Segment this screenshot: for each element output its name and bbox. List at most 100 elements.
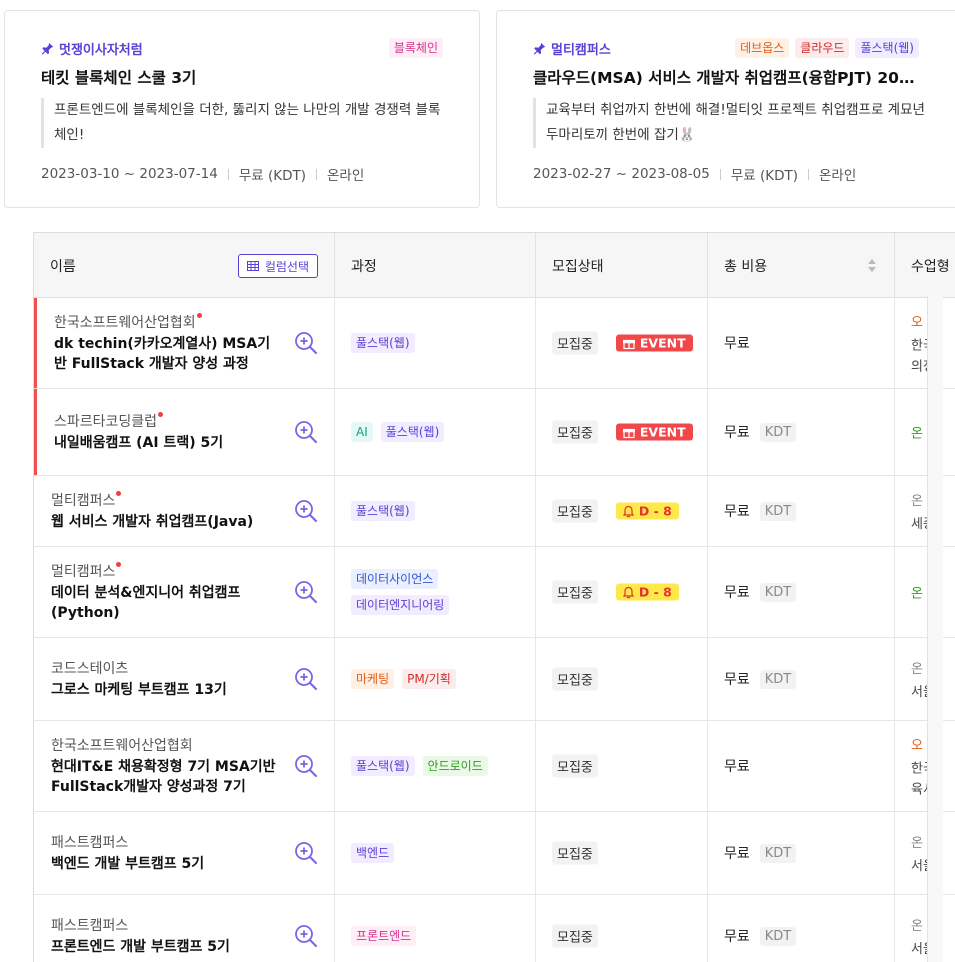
row-title[interactable]: 백엔드 개발 부트캠프 5기	[51, 854, 278, 874]
status-badge: 모집중	[552, 331, 598, 355]
row-org: 한국소프트웨어산업협회	[51, 738, 193, 754]
table-row[interactable]: 한국소프트웨어산업협회 현대IT&E 채용확정형 7기 MSA기반 FullSt…	[34, 721, 955, 812]
pin-icon	[533, 42, 546, 55]
row-org: 스파르타코딩클럽	[54, 411, 164, 431]
course-card-2[interactable]: 멀티캠퍼스 데브옵스 클라우드 풀스택(웹) 클라우드(MSA) 서비스 개발자…	[496, 10, 955, 208]
row-cost: 무료	[724, 846, 750, 862]
header-status-label: 모집상태	[552, 258, 604, 275]
card-org: 멋쟁이사자처럼	[41, 39, 143, 58]
tag-android: 안드로이드	[422, 756, 488, 776]
status-badge: 모집중	[552, 924, 598, 948]
table-scrollbar[interactable]	[927, 296, 943, 962]
row-cost: 무료	[724, 672, 750, 688]
table-header: 이름 컬럼선택 과정 모집상태 총 비용 수업형	[34, 233, 955, 298]
tag-data-science: 데이터사이언스	[351, 569, 439, 589]
row-org: 멀티캠퍼스	[51, 490, 122, 510]
header-mode-label: 수업형	[911, 258, 950, 275]
header-mode: 수업형	[895, 233, 955, 298]
bell-icon	[622, 505, 634, 517]
row-cost: 무료	[724, 759, 750, 775]
status-badge: 모집중	[552, 754, 598, 778]
status-badge: 모집중	[552, 667, 598, 691]
card-title[interactable]: 테킷 블록체인 스쿨 3기	[41, 66, 443, 88]
gift-icon	[622, 428, 635, 438]
tag-devops: 데브옵스	[735, 38, 790, 58]
zoom-in-icon[interactable]	[294, 331, 318, 355]
tag-pm-planning: PM/기획	[402, 669, 456, 689]
zoom-in-icon[interactable]	[294, 667, 318, 691]
tag-cloud: 클라우드	[795, 38, 850, 58]
column-select-label: 컬럼선택	[264, 259, 309, 274]
row-title[interactable]: 현대IT&E 채용확정형 7기 MSA기반 FullStack개발자 양성과정 …	[51, 757, 278, 797]
divider	[315, 168, 317, 180]
divider	[807, 168, 809, 180]
card-mode: 온라인	[326, 168, 365, 184]
header-course: 과정	[335, 233, 536, 298]
kdt-badge: KDT	[759, 926, 797, 946]
tag-frontend: 프론트엔드	[351, 926, 417, 946]
event-badge: EVENT	[615, 334, 693, 352]
card-title[interactable]: 클라우드(MSA) 서비스 개발자 취업캠프(융합PJT) 2023 ...	[533, 66, 925, 88]
status-badge: 모집중	[552, 580, 598, 604]
row-title[interactable]: 데이터 분석&엔지니어 취업캠프 (Python)	[51, 583, 278, 623]
row-title[interactable]: 웹 서비스 개발자 취업캠프(Java)	[51, 512, 278, 532]
card-cost: 무료 (KDT)	[730, 168, 798, 184]
row-org: 패스트캠퍼스	[51, 835, 129, 851]
status-badge: 모집중	[552, 420, 598, 444]
table-row[interactable]: 한국소프트웨어산업협회 dk techin(카카오계열사) MSA기반 Full…	[34, 298, 955, 389]
tag-fullstack: 풀스택(웹)	[855, 38, 919, 58]
divider	[719, 168, 721, 180]
zoom-in-icon[interactable]	[294, 841, 318, 865]
kdt-badge: KDT	[759, 422, 797, 442]
card-org: 멀티캠퍼스	[533, 39, 611, 58]
kdt-badge: KDT	[759, 501, 797, 521]
card-description: 프론트엔드에 블록체인을 더한, 뚫리지 않는 나만의 개발 경쟁력 블록체인!	[41, 98, 443, 148]
row-title[interactable]: 프론트엔드 개발 부트캠프 5기	[51, 937, 278, 957]
tag-marketing: 마케팅	[351, 669, 395, 689]
kdt-badge: KDT	[759, 843, 797, 863]
card-mode: 온라인	[818, 168, 857, 184]
status-badge: 모집중	[552, 499, 598, 523]
row-org: 코드스테이츠	[51, 661, 129, 677]
zoom-in-icon[interactable]	[294, 754, 318, 778]
table-icon	[246, 261, 259, 271]
zoom-in-icon[interactable]	[294, 580, 318, 604]
tag-fullstack: 풀스택(웹)	[351, 333, 415, 353]
table-row[interactable]: 패스트캠퍼스 백엔드 개발 부트캠프 5기 백엔드 모집중 무료 KDT 온 서울	[34, 812, 955, 895]
card-period: 2023-02-27 ~ 2023-08-05	[533, 166, 710, 182]
row-title[interactable]: 내일배움캠프 (AI 트랙) 5기	[54, 433, 278, 453]
event-badge: EVENT	[615, 423, 693, 441]
status-badge: 모집중	[552, 841, 598, 865]
header-course-label: 과정	[351, 258, 377, 275]
card-description: 교육부터 취업까지 한번에 해결!멀티잇 프로젝트 취업캠프로 계묘년 두마리토…	[533, 98, 933, 148]
column-select-button[interactable]: 컬럼선택	[237, 254, 318, 278]
header-cost-label: 총 비용	[724, 258, 768, 275]
course-table: 이름 컬럼선택 과정 모집상태 총 비용 수업형 한국소프트웨어산업협회 dk …	[33, 232, 955, 962]
header-cost[interactable]: 총 비용	[708, 233, 895, 298]
row-title[interactable]: dk techin(카카오계열사) MSA기반 FullStack 개발자 양성…	[54, 334, 278, 374]
table-row[interactable]: 코드스테이츠 그로스 마케팅 부트캠프 13기 마케팅 PM/기획 모집중 무료…	[34, 638, 955, 721]
table-row[interactable]: 멀티캠퍼스 웹 서비스 개발자 취업캠프(Java) 풀스택(웹) 모집중 D …	[34, 476, 955, 547]
header-name-label: 이름	[50, 258, 76, 275]
zoom-in-icon[interactable]	[294, 499, 318, 523]
zoom-in-icon[interactable]	[294, 924, 318, 948]
tag-ai: AI	[351, 422, 373, 442]
pin-icon	[41, 42, 54, 55]
table-row[interactable]: 패스트캠퍼스 프론트엔드 개발 부트캠프 5기 프론트엔드 모집중 무료 KDT …	[34, 895, 955, 962]
dday-badge: D - 8	[615, 583, 679, 601]
table-row[interactable]: 스파르타코딩클럽 내일배움캠프 (AI 트랙) 5기 AI 풀스택(웹) 모집중…	[34, 389, 955, 476]
bell-icon	[622, 586, 634, 598]
row-cost: 무료	[724, 425, 750, 441]
tag-fullstack: 풀스택(웹)	[380, 422, 445, 442]
zoom-in-icon[interactable]	[294, 420, 318, 444]
sort-icon[interactable]	[868, 259, 876, 272]
dday-badge: D - 8	[615, 502, 679, 520]
table-row[interactable]: 멀티캠퍼스 데이터 분석&엔지니어 취업캠프 (Python) 데이터사이언스 …	[34, 547, 955, 638]
row-cost: 무료	[724, 504, 750, 520]
row-cost: 무료	[724, 336, 750, 352]
row-title[interactable]: 그로스 마케팅 부트캠프 13기	[51, 680, 278, 700]
tag-data-engineering: 데이터엔지니어링	[351, 595, 450, 615]
course-card-1[interactable]: 멋쟁이사자처럼 블록체인 테킷 블록체인 스쿨 3기 프론트엔드에 블록체인을 …	[4, 10, 480, 208]
gift-icon	[622, 339, 635, 349]
header-status: 모집상태	[536, 233, 708, 298]
